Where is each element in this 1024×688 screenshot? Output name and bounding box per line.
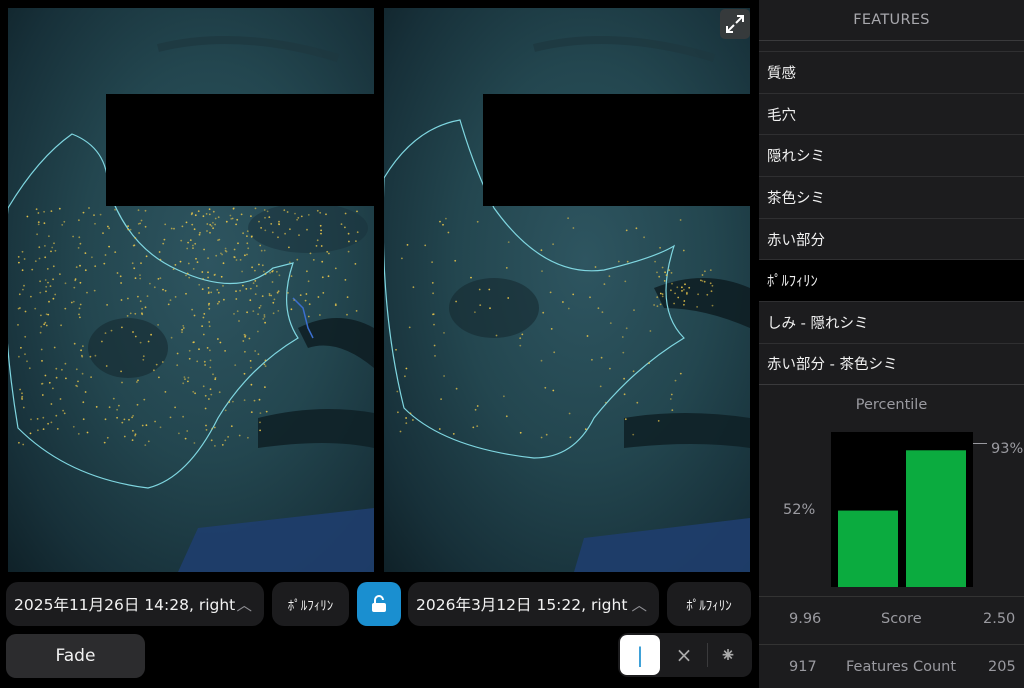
- percentile-bar-1: [906, 450, 966, 587]
- feature-item-hidden-spots[interactable]: 隠れシミ: [759, 134, 1024, 177]
- tick-line: [973, 443, 987, 444]
- sparkle-icon: ⁕: [719, 643, 737, 667]
- feature-item-red-areas[interactable]: 赤い部分: [759, 217, 1024, 260]
- expand-icon: [726, 15, 744, 33]
- lock-toggle-button[interactable]: [357, 582, 401, 626]
- close-icon: ×: [675, 643, 693, 667]
- after-feature-label: ﾎﾟﾙﾌｨﾘﾝ: [686, 598, 732, 614]
- percentile-value-before: 52%: [783, 501, 816, 518]
- count-label: Features Count: [846, 659, 957, 675]
- before-photo[interactable]: [8, 8, 374, 572]
- percentile-bar-0: [838, 510, 898, 587]
- unlock-icon: [372, 595, 386, 612]
- after-feature-selector[interactable]: ﾎﾟﾙﾌｨﾘﾝ: [667, 582, 751, 626]
- after-date-selector[interactable]: 2026年3月12日 15:22, right ︿: [408, 582, 659, 626]
- view-mode-segmented: | × ⁕: [618, 633, 752, 677]
- feature-item-pores[interactable]: 毛穴: [759, 92, 1024, 135]
- score-row: 9.96 Score 2.50: [759, 596, 1024, 644]
- fade-label: Fade: [55, 646, 96, 666]
- score-after: 2.50: [983, 611, 1016, 627]
- close-mode-button[interactable]: ×: [664, 635, 704, 675]
- chevron-up-icon: ︿: [236, 596, 252, 614]
- before-face-image: [8, 36, 374, 572]
- feature-item-red-brown[interactable]: 赤い部分 - 茶色シミ: [759, 342, 1024, 385]
- feature-item-spots-hidden[interactable]: しみ - 隠れシミ: [759, 301, 1024, 343]
- percentile-title: Percentile: [855, 397, 928, 413]
- chevron-up-icon: ︿: [631, 596, 647, 614]
- features-count-row: 917 Features Count 205: [759, 644, 1024, 688]
- feature-item-brown-spots[interactable]: 茶色シミ: [759, 176, 1024, 218]
- feature-item-texture[interactable]: 質感: [759, 51, 1024, 93]
- before-date-label: 2025年11月26日 14:28, right: [14, 596, 236, 614]
- expand-button[interactable]: [720, 9, 750, 39]
- before-date-selector[interactable]: 2025年11月26日 14:28, right ︿: [6, 582, 264, 626]
- fade-button[interactable]: Fade: [6, 634, 145, 678]
- score-before: 9.96: [789, 611, 822, 627]
- features-panel: FEATURES 質感 毛穴 隠れシミ 茶色シミ 赤い部分 ﾎﾟﾙﾌｨﾘﾝ しみ…: [759, 0, 1024, 688]
- redaction-box: [483, 94, 750, 206]
- panel-title: FEATURES: [759, 0, 1024, 41]
- before-feature-selector[interactable]: ﾎﾟﾙﾌｨﾘﾝ: [272, 582, 349, 626]
- redaction-box: [106, 94, 374, 206]
- line-mode-button[interactable]: |: [620, 635, 660, 675]
- after-date-label: 2026年3月12日 15:22, right: [416, 596, 628, 614]
- before-feature-label: ﾎﾟﾙﾌｨﾘﾝ: [287, 598, 334, 614]
- feature-list: 質感 毛穴 隠れシミ 茶色シミ 赤い部分 ﾎﾟﾙﾌｨﾘﾝ しみ - 隠れシミ 赤…: [759, 51, 1024, 385]
- feature-item-porphyrin[interactable]: ﾎﾟﾙﾌｨﾘﾝ: [759, 259, 1024, 302]
- after-photo[interactable]: [384, 8, 750, 572]
- sparkle-mode-button[interactable]: ⁕: [708, 635, 748, 675]
- percentile-chart: [831, 432, 973, 587]
- percentile-value-after: 93%: [991, 441, 1024, 458]
- count-before: 917: [789, 659, 817, 675]
- count-after: 205: [988, 659, 1016, 675]
- score-label: Score: [881, 611, 922, 627]
- percentile-bars: [838, 450, 966, 587]
- line-icon: |: [636, 643, 644, 667]
- after-face-image: [384, 36, 750, 572]
